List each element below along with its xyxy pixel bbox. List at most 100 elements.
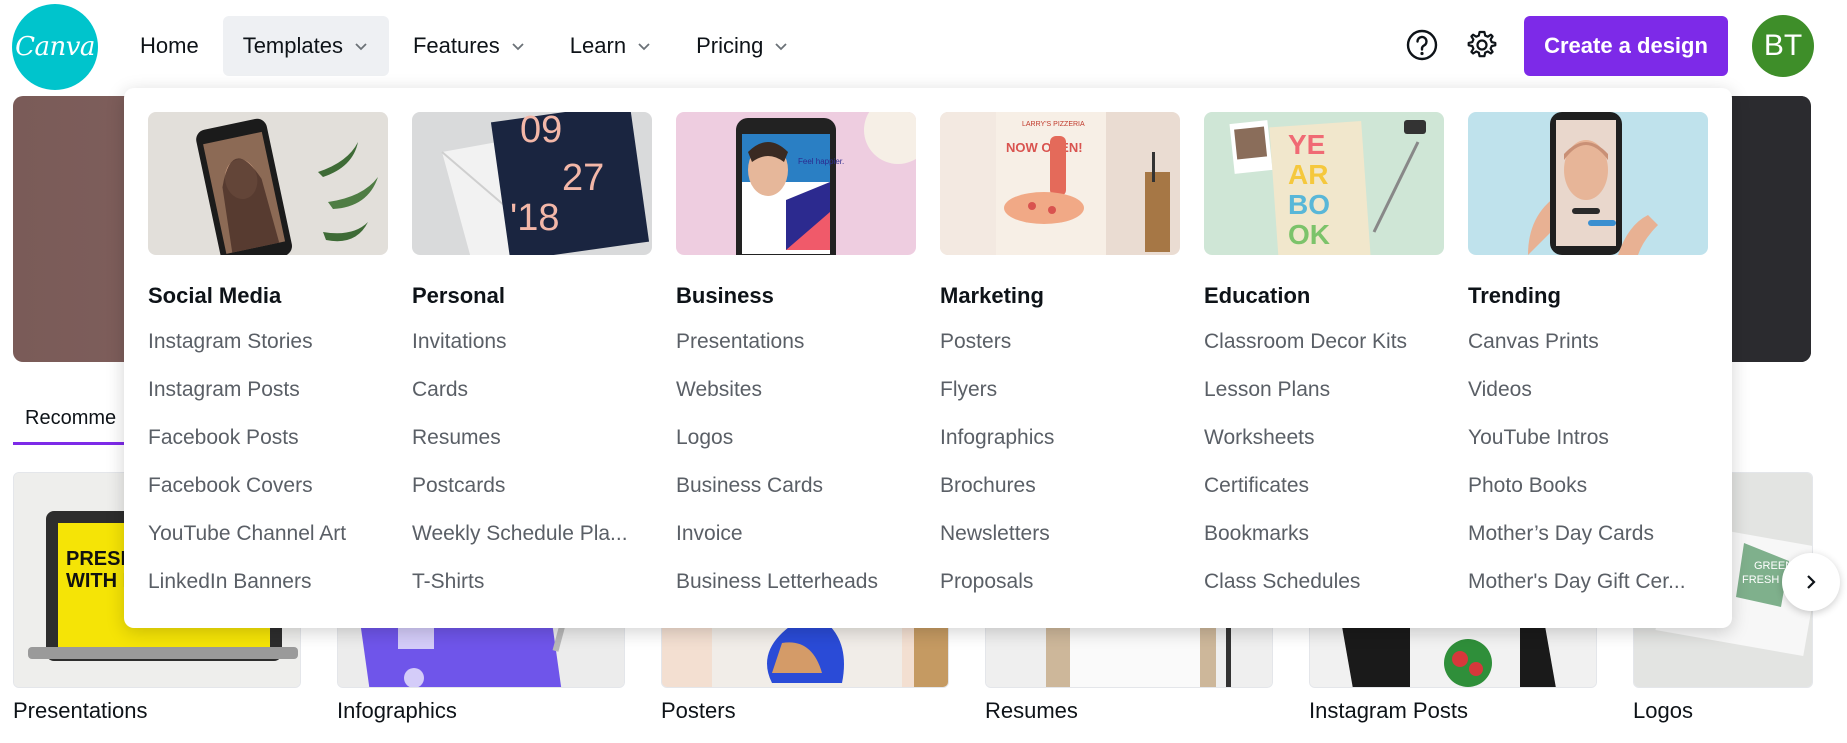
menu-link[interactable]: Videos [1468,376,1708,424]
create-design-button[interactable]: Create a design [1524,16,1728,76]
menu-column-social-media: Social Media Instagram Stories Instagram… [148,112,388,616]
thumbnail-label[interactable]: Infographics [337,698,457,724]
menu-column-title[interactable]: Business [676,281,916,311]
menu-link[interactable]: Logos [676,424,916,472]
svg-text:BO: BO [1288,189,1330,220]
menu-column-marketing: LARRY'S PIZZERIA NOW OPEN! Marketing Pos… [940,112,1180,616]
canva-logo[interactable]: Canva [12,4,98,90]
menu-link[interactable]: Business Letterheads [676,568,916,616]
menu-link[interactable]: Resumes [412,424,652,472]
menu-link[interactable]: Bookmarks [1204,520,1444,568]
svg-text:NOW OPEN!: NOW OPEN! [1006,140,1083,155]
gear-icon[interactable] [1465,28,1499,62]
menu-link[interactable]: Brochures [940,472,1180,520]
menu-column-education: YE AR BO OK Education Classroom Decor Ki… [1204,112,1444,616]
menu-link[interactable]: Postcards [412,472,652,520]
menu-link[interactable]: Proposals [940,568,1180,616]
nav-features[interactable]: Features [393,16,546,76]
category-tabs: Recomme [13,396,133,445]
thumbnail-label[interactable]: Logos [1633,698,1693,724]
menu-column-title[interactable]: Trending [1468,281,1708,311]
menu-link[interactable]: Posters [940,328,1180,376]
svg-text:27: 27 [562,157,604,199]
menu-link[interactable]: Cards [412,376,652,424]
menu-link[interactable]: Canvas Prints [1468,328,1708,376]
carousel-next-button[interactable] [1782,553,1840,611]
menu-link[interactable]: Newsletters [940,520,1180,568]
menu-link[interactable]: Business Cards [676,472,916,520]
menu-column-personal: 09 27 '18 Personal Invitations Cards Res… [412,112,652,616]
thumbnail-label[interactable]: Resumes [985,698,1078,724]
thumbnail-label[interactable]: Posters [661,698,736,724]
menu-link[interactable]: Class Schedules [1204,568,1444,616]
menu-link[interactable]: Instagram Posts [148,376,388,424]
help-circle-icon[interactable] [1405,28,1439,62]
chevron-down-icon [512,43,524,51]
marketing-image[interactable]: LARRY'S PIZZERIA NOW OPEN! [940,112,1180,255]
menu-link[interactable]: YouTube Intros [1468,424,1708,472]
phone-portrait-illustration [148,112,388,255]
svg-text:AR: AR [1288,159,1328,190]
tab-recommended[interactable]: Recomme [13,396,128,440]
nav-templates[interactable]: Templates [222,16,389,76]
menu-column-title[interactable]: Personal [412,281,652,311]
thumbnail-label[interactable]: Instagram Posts [1309,698,1468,724]
menu-link[interactable]: Facebook Covers [148,472,388,520]
nav-learn[interactable]: Learn [550,16,672,76]
main-nav: Home Templates Features Learn Pricing [120,16,809,76]
menu-link[interactable]: Invitations [412,328,652,376]
menu-link-list: Canvas Prints Videos YouTube Intros Phot… [1468,328,1708,616]
chevron-right-icon [1807,575,1816,589]
svg-text:09: 09 [520,112,562,151]
templates-dropdown-menu: Social Media Instagram Stories Instagram… [124,88,1732,628]
menu-link[interactable]: T-Shirts [412,568,652,616]
menu-link[interactable]: Facebook Posts [148,424,388,472]
nav-templates-label: Templates [242,33,343,58]
top-nav-bar: Canva Home Templates Features Learn Pric… [0,0,1847,92]
create-design-label: Create a design [1544,33,1708,58]
menu-column-title[interactable]: Education [1204,281,1444,311]
menu-link-list: Posters Flyers Infographics Brochures Ne… [940,328,1180,616]
menu-link[interactable]: Worksheets [1204,424,1444,472]
svg-text:Feel happier.: Feel happier. [798,157,844,166]
menu-link-list: Instagram Stories Instagram Posts Facebo… [148,328,388,616]
chevron-down-icon [638,43,650,51]
menu-link[interactable]: Classroom Decor Kits [1204,328,1444,376]
social-media-image[interactable] [148,112,388,255]
menu-link[interactable]: Infographics [940,424,1180,472]
menu-link[interactable]: Presentations [676,328,916,376]
menu-link[interactable]: Instagram Stories [148,328,388,376]
svg-text:YE: YE [1288,129,1325,160]
tab-active-underline [13,442,133,445]
menu-link[interactable]: Mother’s Day Cards [1468,520,1708,568]
menu-column-trending: Trending Canvas Prints Videos YouTube In… [1468,112,1708,616]
menu-link[interactable]: Mother's Day Gift Cer... [1468,568,1708,616]
svg-text:OK: OK [1288,219,1330,250]
menu-link[interactable]: Lesson Plans [1204,376,1444,424]
svg-text:LARRY'S PIZZERIA: LARRY'S PIZZERIA [1022,121,1085,128]
chevron-down-icon [355,43,367,51]
menu-link[interactable]: Flyers [940,376,1180,424]
menu-column-business: Feel happier. Business Presentations Web… [676,112,916,616]
menu-link[interactable]: Weekly Schedule Pla... [412,520,652,568]
avatar-initials: BT [1763,29,1803,62]
menu-column-title[interactable]: Social Media [148,281,388,311]
thumbnail-label[interactable]: Presentations [13,698,148,724]
svg-text:'18: '18 [510,197,560,239]
nav-home[interactable]: Home [120,16,219,76]
menu-link[interactable]: Websites [676,376,916,424]
business-image[interactable]: Feel happier. [676,112,916,255]
personal-image[interactable]: 09 27 '18 [412,112,652,255]
menu-column-title[interactable]: Marketing [940,281,1180,311]
nav-pricing[interactable]: Pricing [676,16,809,76]
menu-link[interactable]: Photo Books [1468,472,1708,520]
menu-link[interactable]: LinkedIn Banners [148,568,388,616]
menu-link[interactable]: YouTube Channel Art [148,520,388,568]
menu-link[interactable]: Certificates [1204,472,1444,520]
trending-image[interactable] [1468,112,1708,255]
education-image[interactable]: YE AR BO OK [1204,112,1444,255]
menu-link[interactable]: Invoice [676,520,916,568]
yearbook-illustration: YE AR BO OK [1204,112,1444,255]
user-avatar[interactable]: BT [1752,15,1814,77]
pizza-poster-illustration: LARRY'S PIZZERIA NOW OPEN! [940,112,1180,255]
